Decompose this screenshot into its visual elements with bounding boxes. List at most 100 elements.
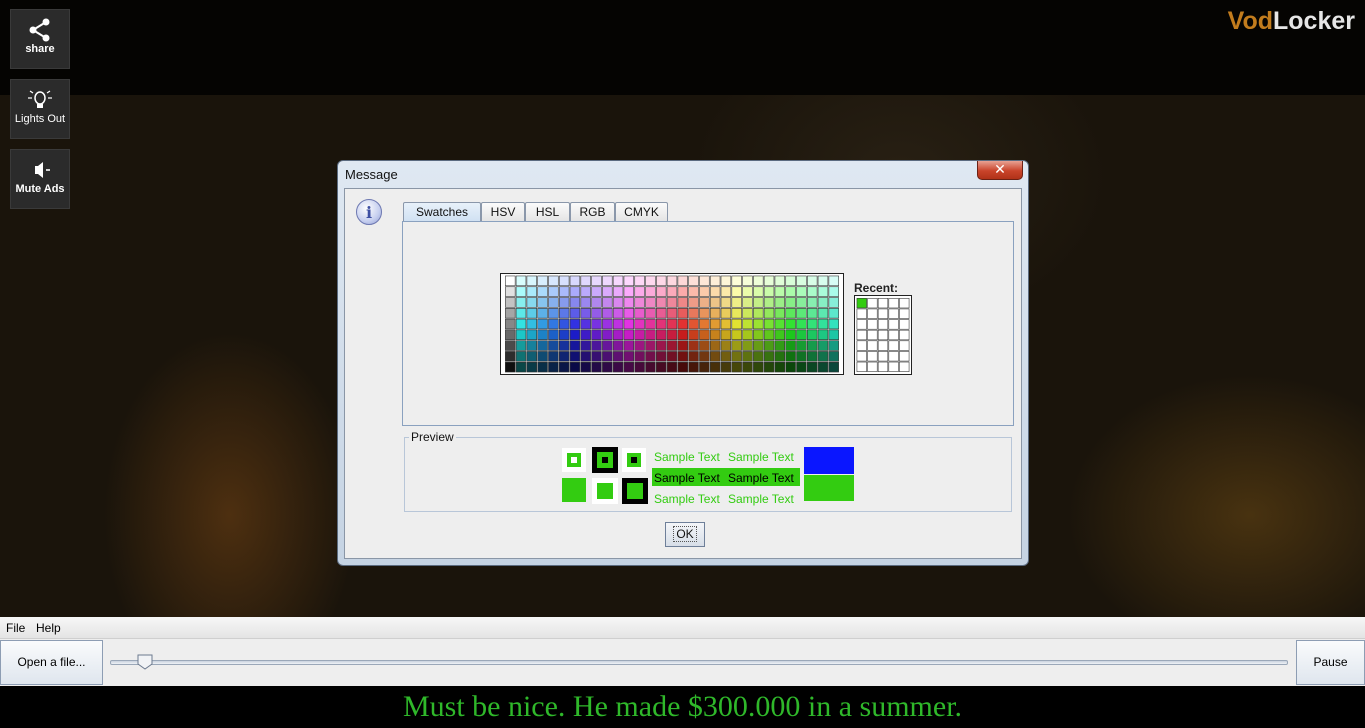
swatch-cell[interactable] — [796, 297, 807, 308]
recent-swatch-cell[interactable] — [888, 329, 899, 341]
swatch-cell[interactable] — [515, 340, 527, 351]
seek-thumb[interactable] — [137, 654, 153, 670]
swatch-cell[interactable] — [774, 361, 786, 373]
recent-swatch-cell[interactable] — [888, 308, 899, 319]
swatch-cell[interactable] — [612, 275, 624, 287]
swatch-cell[interactable] — [569, 361, 581, 373]
swatch-cell[interactable] — [569, 297, 581, 308]
swatch-cell[interactable] — [699, 275, 710, 287]
swatch-cell[interactable] — [537, 361, 548, 373]
swatch-cell[interactable] — [569, 275, 581, 287]
swatch-cell[interactable] — [807, 286, 818, 297]
swatch-cell[interactable] — [558, 308, 570, 319]
swatch-cell[interactable] — [796, 340, 807, 351]
swatch-cell[interactable] — [580, 340, 591, 351]
tab-swatches[interactable]: Swatches — [403, 202, 481, 222]
swatch-cell[interactable] — [505, 275, 516, 287]
recent-swatch-cell[interactable] — [867, 319, 878, 330]
swatch-cell[interactable] — [688, 340, 699, 351]
swatch-cell[interactable] — [505, 308, 516, 319]
swatch-cell[interactable] — [785, 340, 796, 351]
swatch-cell[interactable] — [569, 308, 581, 319]
swatch-cell[interactable] — [709, 318, 721, 330]
recent-swatch-cell[interactable] — [856, 329, 867, 341]
swatch-cell[interactable] — [558, 361, 570, 373]
tab-rgb[interactable]: RGB — [570, 202, 615, 222]
swatch-cell[interactable] — [731, 308, 742, 319]
swatch-cell[interactable] — [742, 361, 753, 373]
swatch-cell[interactable] — [763, 308, 775, 319]
swatch-cell[interactable] — [580, 361, 591, 373]
swatch-cell[interactable] — [742, 351, 753, 362]
recent-swatch-cell[interactable] — [856, 340, 867, 351]
swatch-cell[interactable] — [807, 351, 818, 362]
swatch-cell[interactable] — [591, 329, 602, 340]
swatch-cell[interactable] — [612, 329, 624, 340]
swatch-cell[interactable] — [688, 308, 699, 319]
swatch-cell[interactable] — [666, 297, 678, 308]
swatch-cell[interactable] — [785, 318, 796, 330]
swatch-cell[interactable] — [796, 329, 807, 340]
swatch-cell[interactable] — [677, 329, 688, 340]
swatch-cell[interactable] — [634, 318, 645, 330]
swatch-cell[interactable] — [591, 275, 602, 287]
swatch-cell[interactable] — [623, 329, 635, 340]
recent-swatch-cell[interactable] — [856, 361, 867, 372]
recent-swatch-cell[interactable] — [867, 298, 878, 309]
swatch-cell[interactable] — [785, 308, 796, 319]
swatch-cell[interactable] — [526, 351, 537, 362]
recent-swatch-cell[interactable] — [899, 351, 910, 362]
swatch-cell[interactable] — [623, 351, 635, 362]
swatch-cell[interactable] — [807, 361, 818, 373]
swatch-cell[interactable] — [645, 308, 656, 319]
swatch-cell[interactable] — [828, 308, 839, 319]
swatch-cell[interactable] — [580, 308, 591, 319]
swatch-cell[interactable] — [785, 286, 796, 297]
swatch-cell[interactable] — [505, 297, 516, 308]
swatch-cell[interactable] — [753, 340, 764, 351]
swatch-cell[interactable] — [731, 329, 742, 340]
swatch-cell[interactable] — [612, 318, 624, 330]
swatch-cell[interactable] — [526, 329, 537, 340]
swatch-cell[interactable] — [828, 297, 839, 308]
swatch-cell[interactable] — [753, 351, 764, 362]
swatch-cell[interactable] — [580, 351, 591, 362]
swatch-cell[interactable] — [807, 329, 818, 340]
swatch-cell[interactable] — [537, 318, 548, 330]
swatch-cell[interactable] — [602, 361, 613, 373]
swatch-cell[interactable] — [505, 361, 516, 373]
swatch-cell[interactable] — [591, 318, 602, 330]
swatch-cell[interactable] — [688, 351, 699, 362]
swatch-cell[interactable] — [828, 318, 839, 330]
swatch-cell[interactable] — [807, 340, 818, 351]
swatch-cell[interactable] — [602, 351, 613, 362]
tab-cmyk[interactable]: CMYK — [615, 202, 668, 222]
swatch-cell[interactable] — [623, 340, 635, 351]
swatch-cell[interactable] — [526, 297, 537, 308]
swatch-cell[interactable] — [709, 361, 721, 373]
swatch-cell[interactable] — [774, 297, 786, 308]
close-button[interactable]: ✕ — [977, 161, 1023, 180]
swatch-cell[interactable] — [666, 329, 678, 340]
swatch-cell[interactable] — [558, 329, 570, 340]
swatch-cell[interactable] — [602, 308, 613, 319]
swatch-cell[interactable] — [731, 297, 742, 308]
swatch-cell[interactable] — [774, 275, 786, 287]
swatch-cell[interactable] — [709, 297, 721, 308]
swatch-cell[interactable] — [526, 318, 537, 330]
swatch-cell[interactable] — [817, 329, 829, 340]
swatch-cell[interactable] — [612, 286, 624, 297]
recent-swatch-cell[interactable] — [899, 361, 910, 372]
swatch-cell[interactable] — [602, 286, 613, 297]
swatch-cell[interactable] — [580, 286, 591, 297]
swatch-cell[interactable] — [656, 361, 667, 373]
swatch-cell[interactable] — [602, 340, 613, 351]
recent-swatch-cell[interactable] — [867, 340, 878, 351]
recent-swatch-cell[interactable] — [877, 361, 889, 372]
swatch-cell[interactable] — [634, 275, 645, 287]
swatch-cell[interactable] — [569, 286, 581, 297]
swatch-cell[interactable] — [742, 340, 753, 351]
swatch-cell[interactable] — [688, 318, 699, 330]
swatch-cell[interactable] — [731, 286, 742, 297]
swatch-cell[interactable] — [515, 297, 527, 308]
